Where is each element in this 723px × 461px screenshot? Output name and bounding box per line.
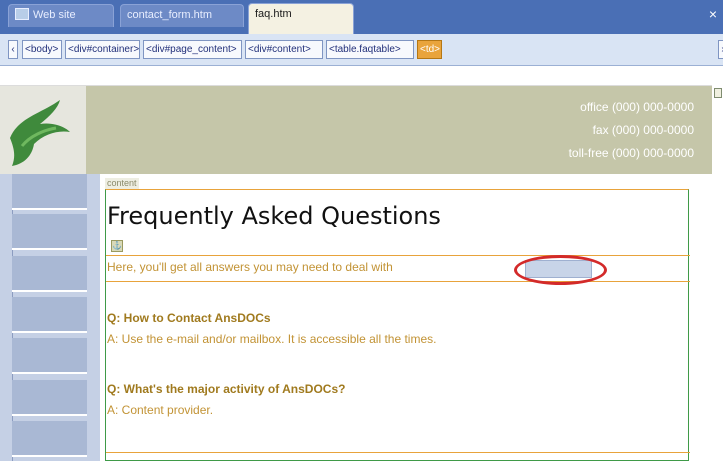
contact-info: office (000) 000-0000 fax (000) 000-0000…	[569, 96, 694, 165]
tab-faq[interactable]: faq.htm	[248, 3, 354, 34]
tollfree-phone: toll-free (000) 000-0000	[568, 146, 694, 160]
content-region-label: content	[105, 178, 139, 189]
logo-panel	[0, 86, 86, 174]
faq-question[interactable]: Q: How to Contact AnsDOCs	[107, 311, 271, 325]
content-area: content Frequently Asked Questions ⚓ Her…	[100, 174, 712, 461]
tab-label: faq.htm	[255, 8, 292, 20]
nav-cell[interactable]	[12, 297, 87, 333]
scroll-left-button[interactable]: ‹	[8, 40, 18, 59]
tag-div-page-content[interactable]: <div#page_content>	[143, 40, 242, 59]
layout-marker-icon	[714, 88, 722, 98]
fax-number: fax (000) 000-0000	[592, 123, 694, 137]
page-title[interactable]: Frequently Asked Questions	[107, 202, 441, 230]
tab-label: contact_form.htm	[127, 9, 212, 21]
logo-icon	[10, 100, 70, 166]
nav-cell[interactable]	[12, 256, 87, 292]
page-header: office (000) 000-0000 fax (000) 000-0000…	[0, 86, 712, 174]
document-tab-bar: Web site contact_form.htm faq.htm ×	[0, 0, 723, 34]
tag-div-content[interactable]: <div#content>	[245, 40, 323, 59]
tag-body[interactable]: <body>	[22, 40, 62, 59]
tab-label: Web site	[33, 9, 76, 21]
faq-question[interactable]: Q: What's the major activity of AnsDOCs?	[107, 382, 345, 396]
nav-cell[interactable]	[12, 421, 87, 457]
tag-table-faqtable[interactable]: <table.faqtable>	[326, 40, 414, 59]
ruler	[0, 67, 712, 86]
office-phone: office (000) 000-0000	[580, 100, 694, 114]
tag-td[interactable]: <td>	[417, 40, 442, 59]
close-document-icon[interactable]: ×	[709, 6, 717, 22]
table-bottom-border	[106, 452, 690, 453]
scroll-right-button[interactable]: ›	[718, 40, 723, 59]
anchor-icon[interactable]: ⚓	[111, 240, 123, 252]
nav-cell[interactable]	[12, 214, 87, 250]
tab-contact-form[interactable]: contact_form.htm	[120, 4, 244, 27]
faq-answer[interactable]: A: Use the e-mail and/or mailbox. It is …	[107, 332, 436, 346]
nav-cell[interactable]	[12, 338, 87, 374]
tab-web-site[interactable]: Web site	[8, 4, 114, 27]
tag-selector-bar: ‹ <body> <div#container> <div#page_conte…	[0, 34, 723, 66]
nav-cell[interactable]	[12, 174, 87, 210]
nav-cell[interactable]	[12, 380, 87, 416]
site-icon	[15, 8, 29, 20]
intro-text[interactable]: Here, you'll get all answers you may nee…	[107, 260, 393, 274]
left-nav-column	[0, 174, 100, 461]
intro-table-cell[interactable]: Here, you'll get all answers you may nee…	[106, 255, 690, 285]
faq-answer[interactable]: A: Content provider.	[107, 403, 213, 417]
highlight-circle	[514, 255, 607, 285]
tag-div-container[interactable]: <div#container>	[65, 40, 140, 59]
